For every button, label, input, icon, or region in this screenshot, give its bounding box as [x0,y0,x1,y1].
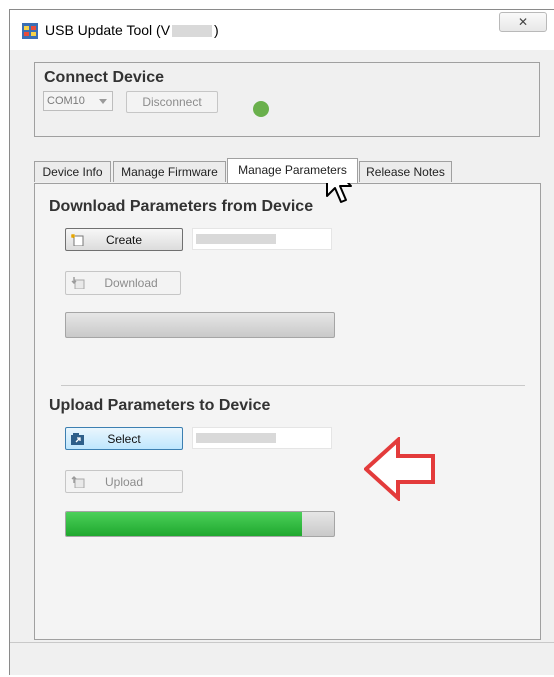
chevron-down-icon [99,99,107,104]
section-divider [61,385,525,386]
tab-manage-parameters-label: Manage Parameters [238,163,347,177]
window-title-suffix: ) [214,22,219,38]
app-window-icon [22,23,38,39]
upload-label: Upload [104,475,144,489]
tab-device-info-label: Device Info [42,165,103,179]
connect-device-title: Connect Device [44,69,165,86]
upload-file-path-redacted [196,433,276,443]
annotation-arrow-icon [364,437,435,501]
window-title: USB Update Tool (V) [45,22,219,38]
download-file-field[interactable] [192,228,332,250]
version-redacted [172,25,213,38]
app-window: USB Update Tool (V) ✕ Connect Device COM… [9,9,554,675]
tab-manage-firmware[interactable]: Manage Firmware [113,161,226,182]
tab-manage-firmware-label: Manage Firmware [121,165,218,179]
manage-parameters-panel: Download Parameters from Device Create D… [34,183,541,640]
close-button[interactable]: ✕ [499,12,547,32]
tab-manage-parameters[interactable]: Manage Parameters [227,158,358,183]
upload-button[interactable]: Upload [65,470,183,493]
disconnect-button[interactable]: Disconnect [126,91,218,113]
upload-progress-bar [65,511,335,537]
upload-section-title: Upload Parameters to Device [49,397,271,414]
title-bar: USB Update Tool (V) ✕ [10,10,554,50]
connection-status-indicator [253,101,269,117]
download-section-title: Download Parameters from Device [49,198,314,215]
connect-device-group: Connect Device COM10 Disconnect [34,62,540,137]
download-label: Download [104,276,158,290]
status-bar [10,642,554,677]
upload-progress-fill [66,512,302,536]
tab-device-info[interactable]: Device Info [34,161,111,182]
download-file-path-redacted [196,234,276,244]
select-button[interactable]: Select [65,427,183,450]
download-button[interactable]: Download [65,271,181,295]
select-label: Select [107,432,141,446]
tab-release-notes[interactable]: Release Notes [359,161,452,182]
close-icon: ✕ [517,15,529,29]
upload-file-field[interactable] [192,427,332,449]
com-port-select[interactable]: COM10 [43,91,113,111]
com-port-value: COM10 [47,95,85,107]
download-progress-bar [65,312,335,338]
disconnect-label: Disconnect [142,95,202,109]
window-title-prefix: USB Update Tool (V [45,22,171,38]
create-button[interactable]: Create [65,228,183,251]
tab-release-notes-label: Release Notes [366,165,445,179]
create-label: Create [105,233,143,247]
